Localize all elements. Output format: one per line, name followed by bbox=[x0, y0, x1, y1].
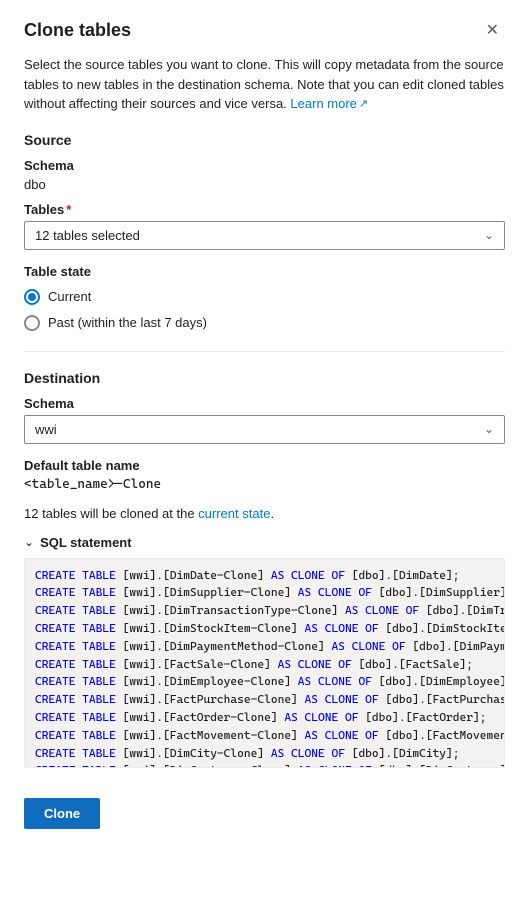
table-state-section: Table state Current Past (within the las… bbox=[24, 264, 505, 331]
dest-schema-label: Schema bbox=[24, 396, 505, 411]
sql-line-4: CREATE TABLE [wwi].[DimStockItem-Clone] … bbox=[35, 620, 494, 638]
dest-schema-dropdown[interactable]: wwi ⌄ bbox=[24, 415, 505, 444]
external-link-icon: ↗ bbox=[359, 96, 368, 113]
source-section-label: Source bbox=[24, 132, 505, 148]
default-table-name-label: Default table name bbox=[24, 458, 505, 473]
schema-field-value: dbo bbox=[24, 177, 505, 192]
radio-current[interactable]: Current bbox=[24, 289, 505, 305]
sql-section: ⌄ SQL statement CREATE TABLE [wwi].[DimD… bbox=[24, 535, 505, 768]
sql-line-3: CREATE TABLE [wwi].[DimTransactionType-C… bbox=[35, 602, 494, 620]
summary-highlight: current state bbox=[198, 506, 270, 521]
sql-line-11: CREATE TABLE [wwi].[DimCity-Clone] AS CL… bbox=[35, 745, 494, 763]
sql-line-6: CREATE TABLE [wwi].[FactSale-Clone] AS C… bbox=[35, 656, 494, 674]
clone-summary: 12 tables will be cloned at the current … bbox=[24, 506, 505, 521]
chevron-down-icon: ⌄ bbox=[24, 535, 34, 549]
tables-dropdown[interactable]: 12 tables selected ⌄ bbox=[24, 221, 505, 250]
tables-dropdown-text: 12 tables selected bbox=[35, 228, 140, 243]
section-divider bbox=[24, 351, 505, 352]
tables-field-label: Tables* bbox=[24, 202, 505, 217]
chevron-down-icon: ⌄ bbox=[484, 228, 494, 242]
radio-past[interactable]: Past (within the last 7 days) bbox=[24, 315, 505, 331]
sql-line-7: CREATE TABLE [wwi].[DimEmployee-Clone] A… bbox=[35, 673, 494, 691]
destination-section-label: Destination bbox=[24, 370, 505, 386]
sql-line-8: CREATE TABLE [wwi].[FactPurchase-Clone] … bbox=[35, 691, 494, 709]
default-table-name-value: <table_name>-Clone bbox=[24, 477, 505, 492]
destination-section: Destination Schema wwi ⌄ Default table n… bbox=[24, 370, 505, 492]
sql-line-12: CREATE TABLE [wwi].[DimCustomer-Clone] A… bbox=[35, 762, 494, 767]
dest-schema-value: wwi bbox=[35, 422, 57, 437]
sql-line-5: CREATE TABLE [wwi].[DimPaymentMethod-Clo… bbox=[35, 638, 494, 656]
radio-label-past: Past (within the last 7 days) bbox=[48, 315, 207, 330]
description-text: Select the source tables you want to clo… bbox=[24, 55, 505, 114]
close-button[interactable]: ✕ bbox=[480, 21, 505, 41]
sql-section-label: SQL statement bbox=[40, 535, 132, 550]
dialog-footer: Clone bbox=[24, 782, 505, 829]
schema-field-label: Schema bbox=[24, 158, 505, 173]
sql-line-10: CREATE TABLE [wwi].[FactMovement-Clone] … bbox=[35, 727, 494, 745]
sql-line-2: CREATE TABLE [wwi].[DimSupplier-Clone] A… bbox=[35, 584, 494, 602]
sql-toggle[interactable]: ⌄ SQL statement bbox=[24, 535, 505, 550]
radio-circle-past bbox=[24, 315, 40, 331]
sql-line-9: CREATE TABLE [wwi].[FactOrder-Clone] AS … bbox=[35, 709, 494, 727]
dest-chevron-down-icon: ⌄ bbox=[484, 422, 494, 436]
learn-more-link[interactable]: Learn more↗ bbox=[290, 96, 368, 111]
source-section: Source Schema dbo Tables* 12 tables sele… bbox=[24, 132, 505, 250]
dialog-header: Clone tables ✕ bbox=[24, 20, 505, 41]
table-state-radio-group: Current Past (within the last 7 days) bbox=[24, 289, 505, 331]
required-marker: * bbox=[66, 202, 71, 217]
radio-circle-current bbox=[24, 289, 40, 305]
sql-statement-box[interactable]: CREATE TABLE [wwi].[DimDate-Clone] AS CL… bbox=[24, 558, 505, 768]
summary-suffix: . bbox=[270, 506, 274, 521]
description-body: Select the source tables you want to clo… bbox=[24, 57, 504, 111]
dialog-title: Clone tables bbox=[24, 20, 131, 41]
clone-tables-dialog: Clone tables ✕ Select the source tables … bbox=[0, 0, 529, 901]
summary-prefix: 12 tables will be cloned at the bbox=[24, 506, 198, 521]
clone-button[interactable]: Clone bbox=[24, 798, 100, 829]
table-state-label: Table state bbox=[24, 264, 505, 279]
radio-label-current: Current bbox=[48, 289, 91, 304]
sql-line-1: CREATE TABLE [wwi].[DimDate-Clone] AS CL… bbox=[35, 567, 494, 585]
